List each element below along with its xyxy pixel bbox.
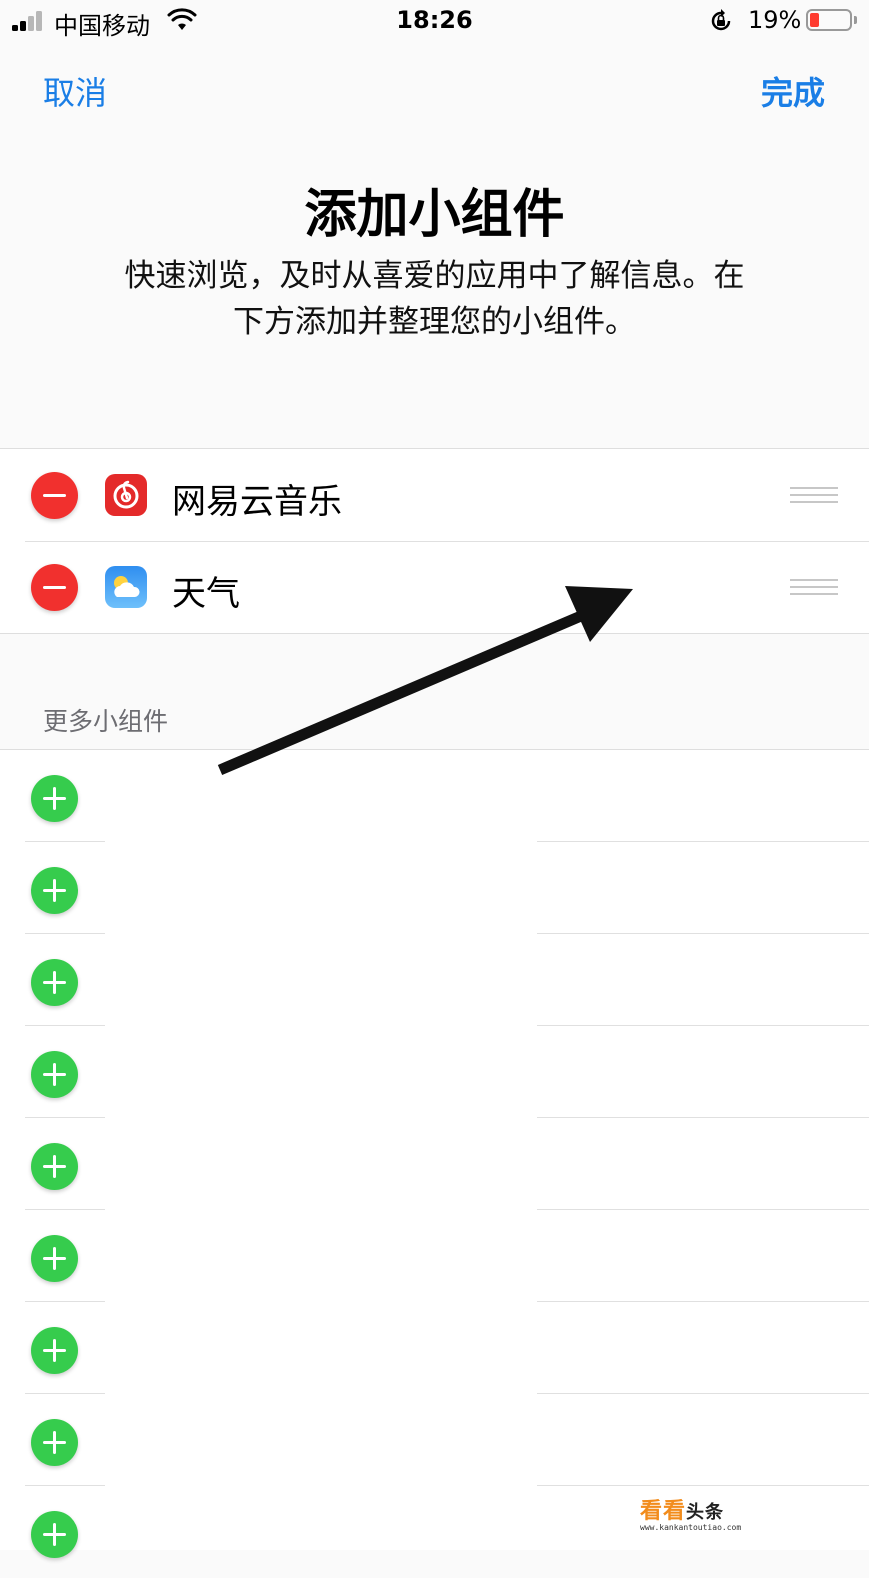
more-widgets-header: 更多小组件 (43, 707, 169, 736)
watermark-brand-suffix: 头条 (686, 1502, 725, 1523)
remove-widget-button[interactable] (31, 564, 78, 611)
page-title: 添加小组件 (304, 185, 565, 245)
redacted-area (105, 769, 537, 1545)
subtitle-line-2: 下方添加并整理您的小组件。 (233, 304, 636, 340)
rotation-lock-icon (711, 9, 731, 31)
add-widget-button[interactable] (31, 1143, 78, 1190)
battery-percentage: 19% (748, 6, 802, 34)
widget-label: 天气 (172, 574, 240, 614)
clock: 18:26 (396, 6, 473, 34)
status-bar: 中国移动 18:26 19% (0, 0, 869, 44)
netease-music-icon (105, 474, 147, 516)
add-widget-button[interactable] (31, 1235, 78, 1282)
subtitle-line-1: 快速浏览，及时从喜爱的应用中了解信息。在 (124, 258, 745, 294)
watermark-logo: 看看头条 www.kankantoutiao.com (640, 1493, 741, 1532)
reorder-handle-icon[interactable] (790, 487, 838, 508)
watermark-brand: 看看 (640, 1499, 687, 1524)
add-widget-button[interactable] (31, 1419, 78, 1466)
battery-cap (854, 16, 857, 24)
done-button[interactable]: 完成 (761, 68, 825, 114)
page-subtitle: 快速浏览，及时从喜爱的应用中了解信息。在 下方添加并整理您的小组件。 (60, 253, 809, 345)
widget-row-weather: 天气 (0, 541, 869, 633)
add-widget-button[interactable] (31, 867, 78, 914)
weather-icon (105, 566, 147, 608)
widget-row-netease-music: 网易云音乐 (0, 449, 869, 541)
watermark-url: www.kankantoutiao.com (640, 1523, 742, 1532)
add-widget-button[interactable] (31, 1051, 78, 1098)
add-widget-button[interactable] (31, 1327, 78, 1374)
add-widget-button[interactable] (31, 1511, 78, 1558)
reorder-handle-icon[interactable] (790, 579, 838, 600)
active-widgets-list: 网易云音乐 天气 (0, 448, 869, 634)
battery-icon (806, 9, 852, 31)
add-widget-button[interactable] (31, 959, 78, 1006)
widget-label: 网易云音乐 (172, 482, 342, 522)
cancel-button[interactable]: 取消 (43, 68, 107, 114)
remove-widget-button[interactable] (31, 472, 78, 519)
add-widget-button[interactable] (31, 775, 78, 822)
